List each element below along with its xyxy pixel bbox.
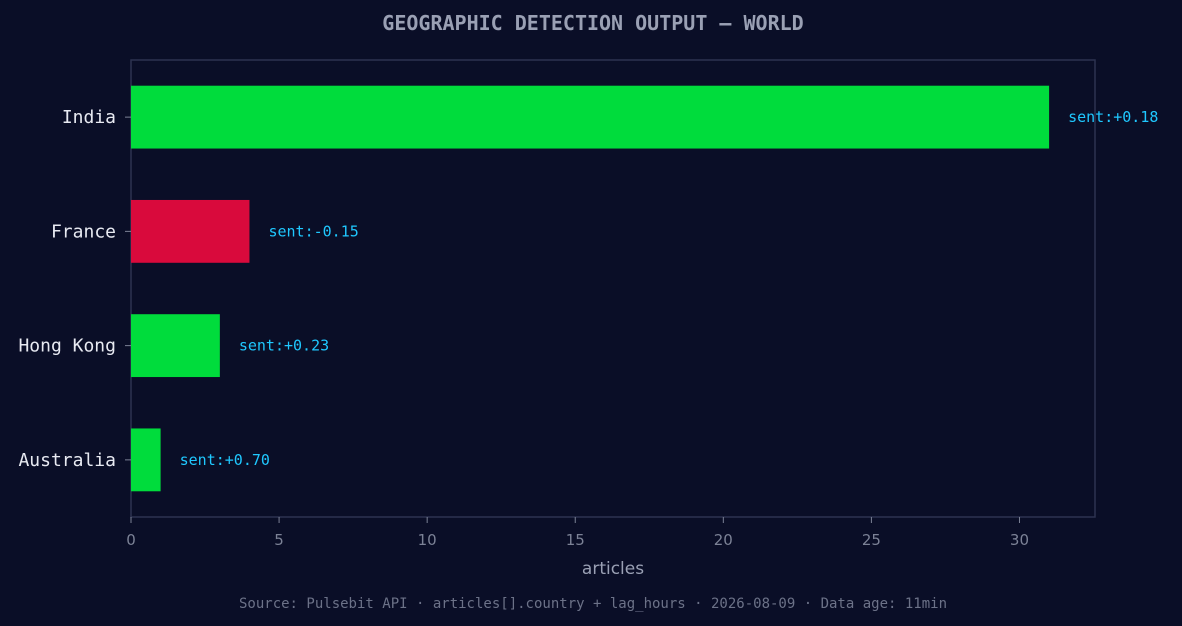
x-tick-label: 30	[1010, 531, 1029, 549]
category-label-india: India	[62, 107, 116, 128]
x-axis-ticks: 0 5 10 15 20 25 30	[126, 517, 1029, 549]
x-tick-label: 15	[566, 531, 585, 549]
data-label-australia: sent:+0.70	[180, 451, 270, 469]
bar-hong-kong	[131, 314, 220, 378]
data-label-hong-kong: sent:+0.23	[239, 337, 329, 355]
x-tick-label: 5	[274, 531, 284, 549]
category-label-australia: Australia	[18, 450, 116, 471]
bar-india	[131, 85, 1050, 149]
bar-chart: GEOGRAPHIC DETECTION OUTPUT — WORLD sent…	[18, 11, 1158, 612]
y-axis-ticks: India France Hong Kong Australia	[18, 107, 131, 471]
data-label-france: sent:-0.15	[268, 222, 358, 240]
bar-australia	[131, 428, 161, 492]
bars-group: sent:+0.18 sent:-0.15 sent:+0.23 sent:+0.70	[131, 85, 1158, 492]
data-label-india: sent:+0.18	[1068, 108, 1158, 126]
x-tick-label: 25	[862, 531, 881, 549]
bar-france	[131, 199, 250, 263]
source-footer: Source: Pulsebit API · articles[].countr…	[239, 596, 947, 612]
x-tick-label: 0	[126, 531, 136, 549]
x-axis-label: articles	[582, 559, 644, 579]
category-label-france: France	[51, 221, 116, 242]
category-label-hong-kong: Hong Kong	[18, 336, 116, 357]
chart-title: GEOGRAPHIC DETECTION OUTPUT — WORLD	[382, 11, 803, 35]
x-tick-label: 20	[714, 531, 733, 549]
x-tick-label: 10	[418, 531, 437, 549]
